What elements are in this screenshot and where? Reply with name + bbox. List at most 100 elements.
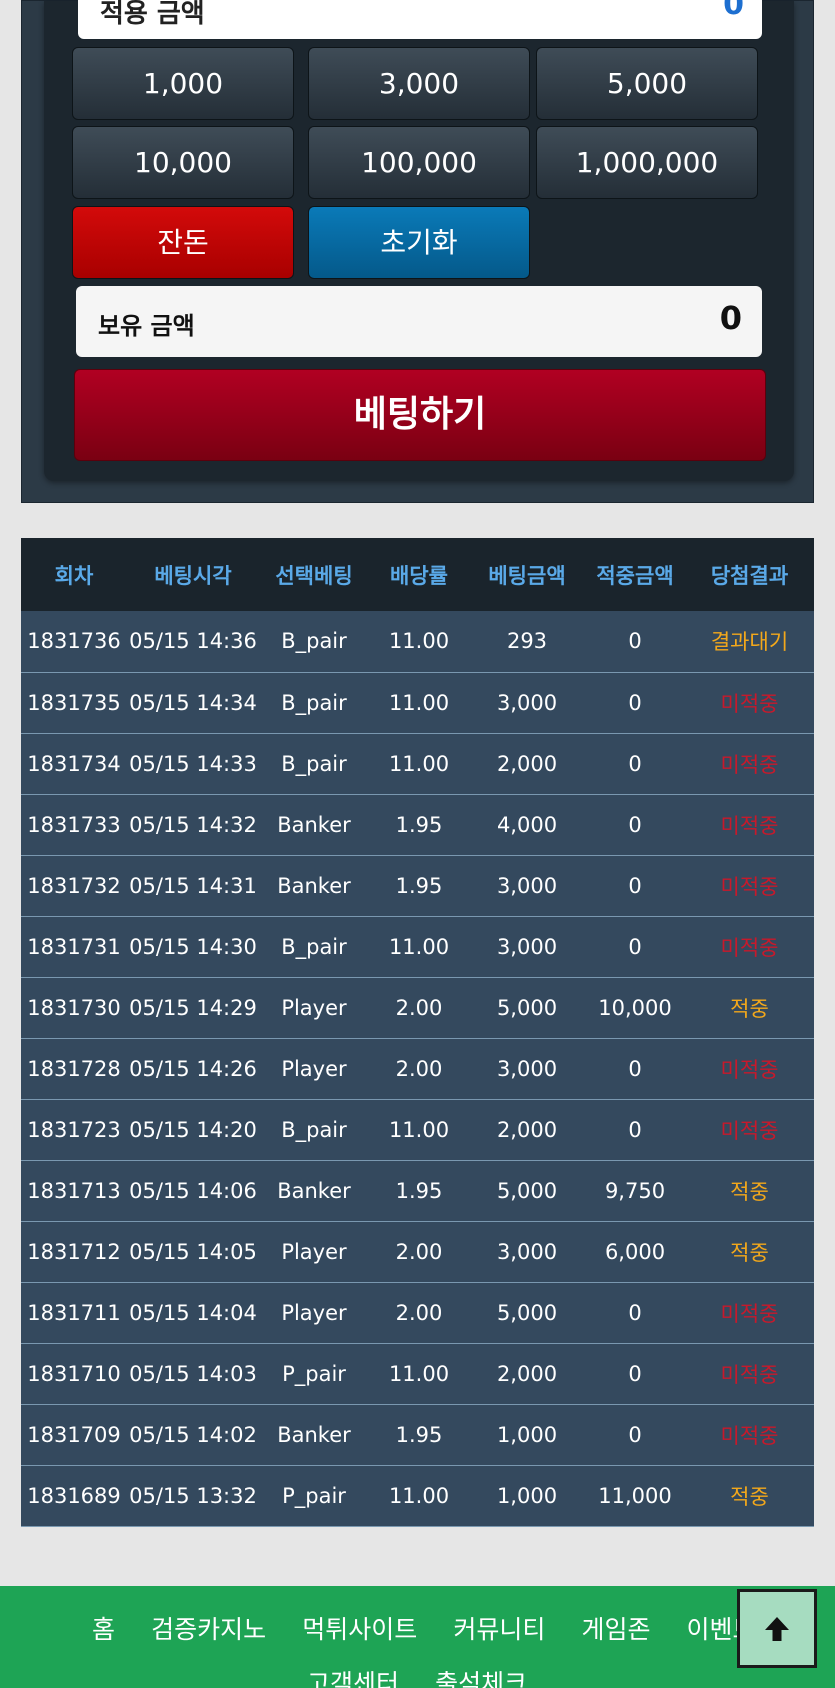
cell-bet-time: 05/15 14:34	[127, 672, 259, 734]
nav-attendance[interactable]: 출석체크	[435, 1664, 527, 1688]
bet-panel-inner: 적용 금액 0 1,000 3,000 5,000 10,000 100,000…	[44, 0, 794, 481]
table-row: 1831713 05/15 14:06 Banker 1.95 5,000 9,750 적중	[21, 1160, 814, 1222]
cell-win-amount: 0	[585, 611, 685, 673]
cell-odds: 2.00	[369, 977, 469, 1039]
chip-1000000-button[interactable]: 1,000,000	[536, 126, 758, 199]
cell-odds: 11.00	[369, 1465, 469, 1527]
chip-10000-button[interactable]: 10,000	[72, 126, 294, 199]
cell-result: 적중	[685, 1221, 814, 1283]
chip-3000-button[interactable]: 3,000	[308, 47, 530, 120]
cell-round: 1831689	[21, 1465, 127, 1527]
cell-odds: 2.00	[369, 1221, 469, 1283]
scroll-top-button[interactable]	[737, 1589, 817, 1668]
cell-odds: 1.95	[369, 855, 469, 917]
cell-bet-time: 05/15 14:05	[127, 1221, 259, 1283]
cell-result: 미적중	[685, 855, 814, 917]
cell-selection: P_pair	[259, 1343, 369, 1405]
cell-odds: 11.00	[369, 1343, 469, 1405]
bet-panel: 적용 금액 0 1,000 3,000 5,000 10,000 100,000…	[21, 0, 814, 503]
held-amount-label: 보유 금액	[98, 312, 195, 340]
cell-selection: B_pair	[259, 733, 369, 795]
nav-community[interactable]: 커뮤니티	[453, 1610, 545, 1646]
cell-win-amount: 0	[585, 916, 685, 978]
reset-button[interactable]: 초기화	[308, 206, 530, 279]
cell-bet-time: 05/15 14:31	[127, 855, 259, 917]
table-row: 1831732 05/15 14:31 Banker 1.95 3,000 0 미적중	[21, 855, 814, 917]
cell-bet-amount: 293	[469, 611, 585, 673]
col-selection: 선택베팅	[259, 538, 369, 611]
table-row: 1831711 05/15 14:04 Player 2.00 5,000 0 미적중	[21, 1282, 814, 1344]
nav-game-zone[interactable]: 게임존	[581, 1610, 650, 1646]
cell-bet-time: 05/15 14:36	[127, 611, 259, 673]
cell-odds: 1.95	[369, 1160, 469, 1222]
cell-round: 1831711	[21, 1282, 127, 1344]
footer-nav: 홈 검증카지노 먹튀사이트 커뮤니티 게임존 이벤트 고객센터 출석체크	[0, 1586, 835, 1688]
cell-bet-time: 05/15 14:04	[127, 1282, 259, 1344]
cell-win-amount: 0	[585, 1099, 685, 1161]
cell-selection: B_pair	[259, 611, 369, 673]
cell-round: 1831713	[21, 1160, 127, 1222]
cell-selection: Player	[259, 1221, 369, 1283]
cell-bet-amount: 3,000	[469, 1038, 585, 1100]
cell-bet-time: 05/15 14:30	[127, 916, 259, 978]
cell-bet-time: 05/15 14:06	[127, 1160, 259, 1222]
chip-100000-button[interactable]: 100,000	[308, 126, 530, 199]
cell-win-amount: 9,750	[585, 1160, 685, 1222]
chip-5000-button[interactable]: 5,000	[536, 47, 758, 120]
cell-win-amount: 0	[585, 1282, 685, 1344]
cell-result: 적중	[685, 1465, 814, 1527]
nav-home[interactable]: 홈	[92, 1610, 115, 1646]
cell-odds: 1.95	[369, 794, 469, 856]
cell-odds: 11.00	[369, 611, 469, 673]
nav-scam-sites[interactable]: 먹튀사이트	[302, 1610, 417, 1646]
cell-result: 미적중	[685, 1038, 814, 1100]
cell-result: 미적중	[685, 1404, 814, 1466]
cell-odds: 2.00	[369, 1038, 469, 1100]
balance-button[interactable]: 잔돈	[72, 206, 294, 279]
cell-result: 미적중	[685, 1099, 814, 1161]
cell-round: 1831709	[21, 1404, 127, 1466]
cell-selection: Banker	[259, 794, 369, 856]
held-amount-value: 0	[719, 299, 742, 337]
cell-bet-time: 05/15 14:32	[127, 794, 259, 856]
cell-win-amount: 0	[585, 1404, 685, 1466]
applied-amount-label: 적용 금액	[100, 0, 205, 29]
cell-selection: B_pair	[259, 916, 369, 978]
cell-bet-amount: 3,000	[469, 1221, 585, 1283]
col-result: 당첨결과	[685, 538, 814, 611]
cell-selection: B_pair	[259, 672, 369, 734]
chip-1000-button[interactable]: 1,000	[72, 47, 294, 120]
bet-history-table: 회차 베팅시각 선택베팅 배당률 베팅금액 적중금액 당첨결과 1831736 0…	[21, 538, 814, 1527]
applied-amount-value: 0	[723, 0, 744, 22]
cell-win-amount: 0	[585, 1038, 685, 1100]
nav-support[interactable]: 고객센터	[307, 1664, 399, 1688]
applied-amount-field[interactable]: 적용 금액 0	[78, 0, 762, 39]
cell-win-amount: 0	[585, 1343, 685, 1405]
nav-verified-casino[interactable]: 검증카지노	[151, 1610, 266, 1646]
table-body: 1831736 05/15 14:36 B_pair 11.00 293 0 결과대기 183…	[21, 611, 814, 1527]
cell-bet-time: 05/15 14:02	[127, 1404, 259, 1466]
cell-result: 미적중	[685, 916, 814, 978]
table-row: 1831710 05/15 14:03 P_pair 11.00 2,000 0 미적중	[21, 1343, 814, 1405]
col-odds: 배당률	[369, 538, 469, 611]
cell-round: 1831728	[21, 1038, 127, 1100]
cell-result: 미적중	[685, 794, 814, 856]
cell-selection: P_pair	[259, 1465, 369, 1527]
cell-bet-time: 05/15 14:20	[127, 1099, 259, 1161]
cell-win-amount: 0	[585, 733, 685, 795]
cell-round: 1831735	[21, 672, 127, 734]
cell-odds: 11.00	[369, 672, 469, 734]
cell-win-amount: 11,000	[585, 1465, 685, 1527]
cell-bet-amount: 3,000	[469, 916, 585, 978]
cell-selection: Banker	[259, 855, 369, 917]
cell-selection: Player	[259, 1038, 369, 1100]
cell-win-amount: 0	[585, 794, 685, 856]
place-bet-button[interactable]: 베팅하기	[74, 369, 766, 461]
cell-bet-time: 05/15 14:26	[127, 1038, 259, 1100]
cell-selection: Player	[259, 977, 369, 1039]
table-row: 1831731 05/15 14:30 B_pair 11.00 3,000 0 미적중	[21, 916, 814, 978]
cell-bet-amount: 3,000	[469, 855, 585, 917]
footer-nav-row1: 홈 검증카지노 먹튀사이트 커뮤니티 게임존 이벤트	[0, 1610, 835, 1646]
table-row: 1831733 05/15 14:32 Banker 1.95 4,000 0 미적중	[21, 794, 814, 856]
cell-round: 1831712	[21, 1221, 127, 1283]
